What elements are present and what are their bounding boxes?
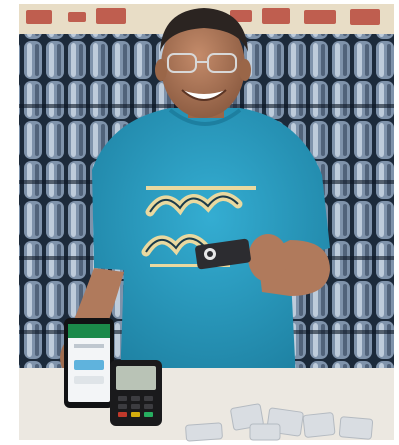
card-terminal bbox=[110, 360, 162, 426]
right-hand bbox=[248, 234, 288, 282]
photo-scene bbox=[0, 0, 399, 445]
smartphone bbox=[64, 318, 114, 408]
